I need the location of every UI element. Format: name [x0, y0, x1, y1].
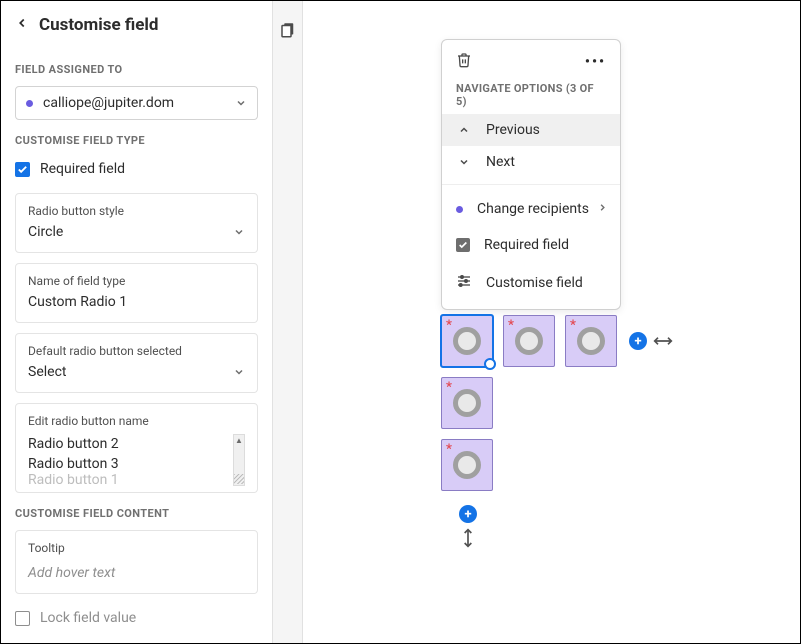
edit-names-list[interactable]: Radio button 2 Radio button 3 Radio butt…: [28, 434, 245, 486]
assignee-select[interactable]: calliope@jupiter.dom: [15, 86, 258, 120]
content-section-label: CUSTOMISE FIELD CONTENT: [15, 507, 258, 520]
field-name-label: Name of field type: [28, 274, 245, 288]
customise-panel: Customise field FIELD ASSIGNED TO callio…: [1, 1, 273, 643]
radio-circle-icon: [453, 451, 481, 479]
chevron-down-icon: [233, 226, 245, 238]
document-thumbnail-strip: [273, 1, 303, 643]
document-canvas[interactable]: ••• NAVIGATE OPTIONS (3 OF 5) Previous N…: [303, 1, 800, 643]
list-item[interactable]: Radio button 2: [28, 434, 231, 454]
lock-label: Lock field value: [40, 610, 136, 626]
edit-names-label: Edit radio button name: [28, 414, 245, 428]
lock-checkbox-row[interactable]: Lock field value: [15, 606, 258, 632]
required-toggle-row[interactable]: Required field: [442, 227, 620, 263]
radio-tile[interactable]: *: [565, 315, 617, 367]
chevron-right-icon: [597, 201, 608, 217]
radio-tiles-group: * * * * *: [441, 315, 617, 491]
resize-grip-icon[interactable]: [234, 474, 244, 484]
checkbox-checked-icon: [456, 238, 470, 252]
radio-tile[interactable]: *: [503, 315, 555, 367]
customise-field-label: Customise field: [486, 275, 583, 291]
field-name-card[interactable]: Name of field type Custom Radio 1: [15, 263, 258, 323]
radio-tile[interactable]: *: [441, 439, 493, 491]
change-recipients-row[interactable]: Change recipients: [442, 191, 620, 227]
radio-circle-icon: [515, 327, 543, 355]
edit-names-card: Edit radio button name Radio button 2 Ra…: [15, 403, 258, 493]
default-value: Select: [28, 364, 66, 380]
chevron-down-icon: [456, 156, 472, 168]
required-checkbox-row[interactable]: Required field: [15, 157, 258, 183]
chevron-up-icon: [456, 124, 472, 136]
radio-style-value: Circle: [28, 224, 63, 240]
tooltip-card[interactable]: Tooltip Add hover text: [15, 530, 258, 594]
recipient-dot-icon: [26, 100, 33, 107]
radio-circle-icon: [453, 389, 481, 417]
list-item[interactable]: Radio button 1: [28, 474, 231, 486]
checkbox-unchecked-icon: [15, 611, 30, 626]
add-column-button[interactable]: +: [629, 332, 647, 350]
resize-horizontal-icon[interactable]: [653, 334, 673, 352]
checkbox-checked-icon: [15, 162, 30, 177]
navigate-label: NAVIGATE OPTIONS (3 OF 5): [442, 82, 620, 114]
sliders-icon: [456, 273, 472, 293]
resize-vertical-icon[interactable]: [461, 528, 475, 552]
pages-icon[interactable]: [279, 21, 297, 643]
nav-previous[interactable]: Previous: [442, 114, 620, 146]
more-icon[interactable]: •••: [585, 54, 606, 70]
default-label: Default radio button selected: [28, 344, 245, 358]
tooltip-input[interactable]: Add hover text: [28, 561, 245, 581]
radio-tile[interactable]: *: [441, 377, 493, 429]
nav-next-label: Next: [486, 154, 515, 170]
radio-circle-icon: [453, 327, 481, 355]
delete-icon[interactable]: [456, 52, 472, 72]
radio-style-label: Radio button style: [28, 204, 245, 218]
panel-header: Customise field: [15, 9, 258, 49]
chevron-down-icon: [235, 97, 247, 109]
back-icon[interactable]: [15, 16, 29, 34]
assignee-value: calliope@jupiter.dom: [43, 95, 174, 111]
radio-style-card[interactable]: Radio button style Circle: [15, 193, 258, 253]
radio-tile[interactable]: *: [441, 315, 493, 367]
required-label: Required field: [40, 161, 125, 177]
radio-circle-icon: [577, 327, 605, 355]
change-recipients-label: Change recipients: [477, 201, 589, 217]
nav-next[interactable]: Next: [442, 146, 620, 178]
default-selected-card[interactable]: Default radio button selected Select: [15, 333, 258, 393]
customise-field-row[interactable]: Customise field: [442, 263, 620, 303]
field-popover: ••• NAVIGATE OPTIONS (3 OF 5) Previous N…: [441, 39, 621, 310]
chevron-down-icon: [233, 366, 245, 378]
list-item[interactable]: Radio button 3: [28, 454, 231, 474]
tooltip-label: Tooltip: [28, 541, 245, 555]
assigned-label: FIELD ASSIGNED TO: [15, 63, 258, 76]
nav-previous-label: Previous: [486, 122, 540, 138]
recipient-dot-icon: [456, 206, 463, 213]
scroll-up-icon[interactable]: ▲: [235, 436, 243, 445]
scrollbar[interactable]: ▲: [233, 434, 245, 486]
field-name-value: Custom Radio 1: [28, 294, 245, 310]
type-section-label: CUSTOMISE FIELD TYPE: [15, 134, 258, 147]
add-row-button[interactable]: +: [459, 505, 477, 523]
panel-title: Customise field: [39, 15, 158, 35]
required-toggle-label: Required field: [484, 237, 569, 253]
